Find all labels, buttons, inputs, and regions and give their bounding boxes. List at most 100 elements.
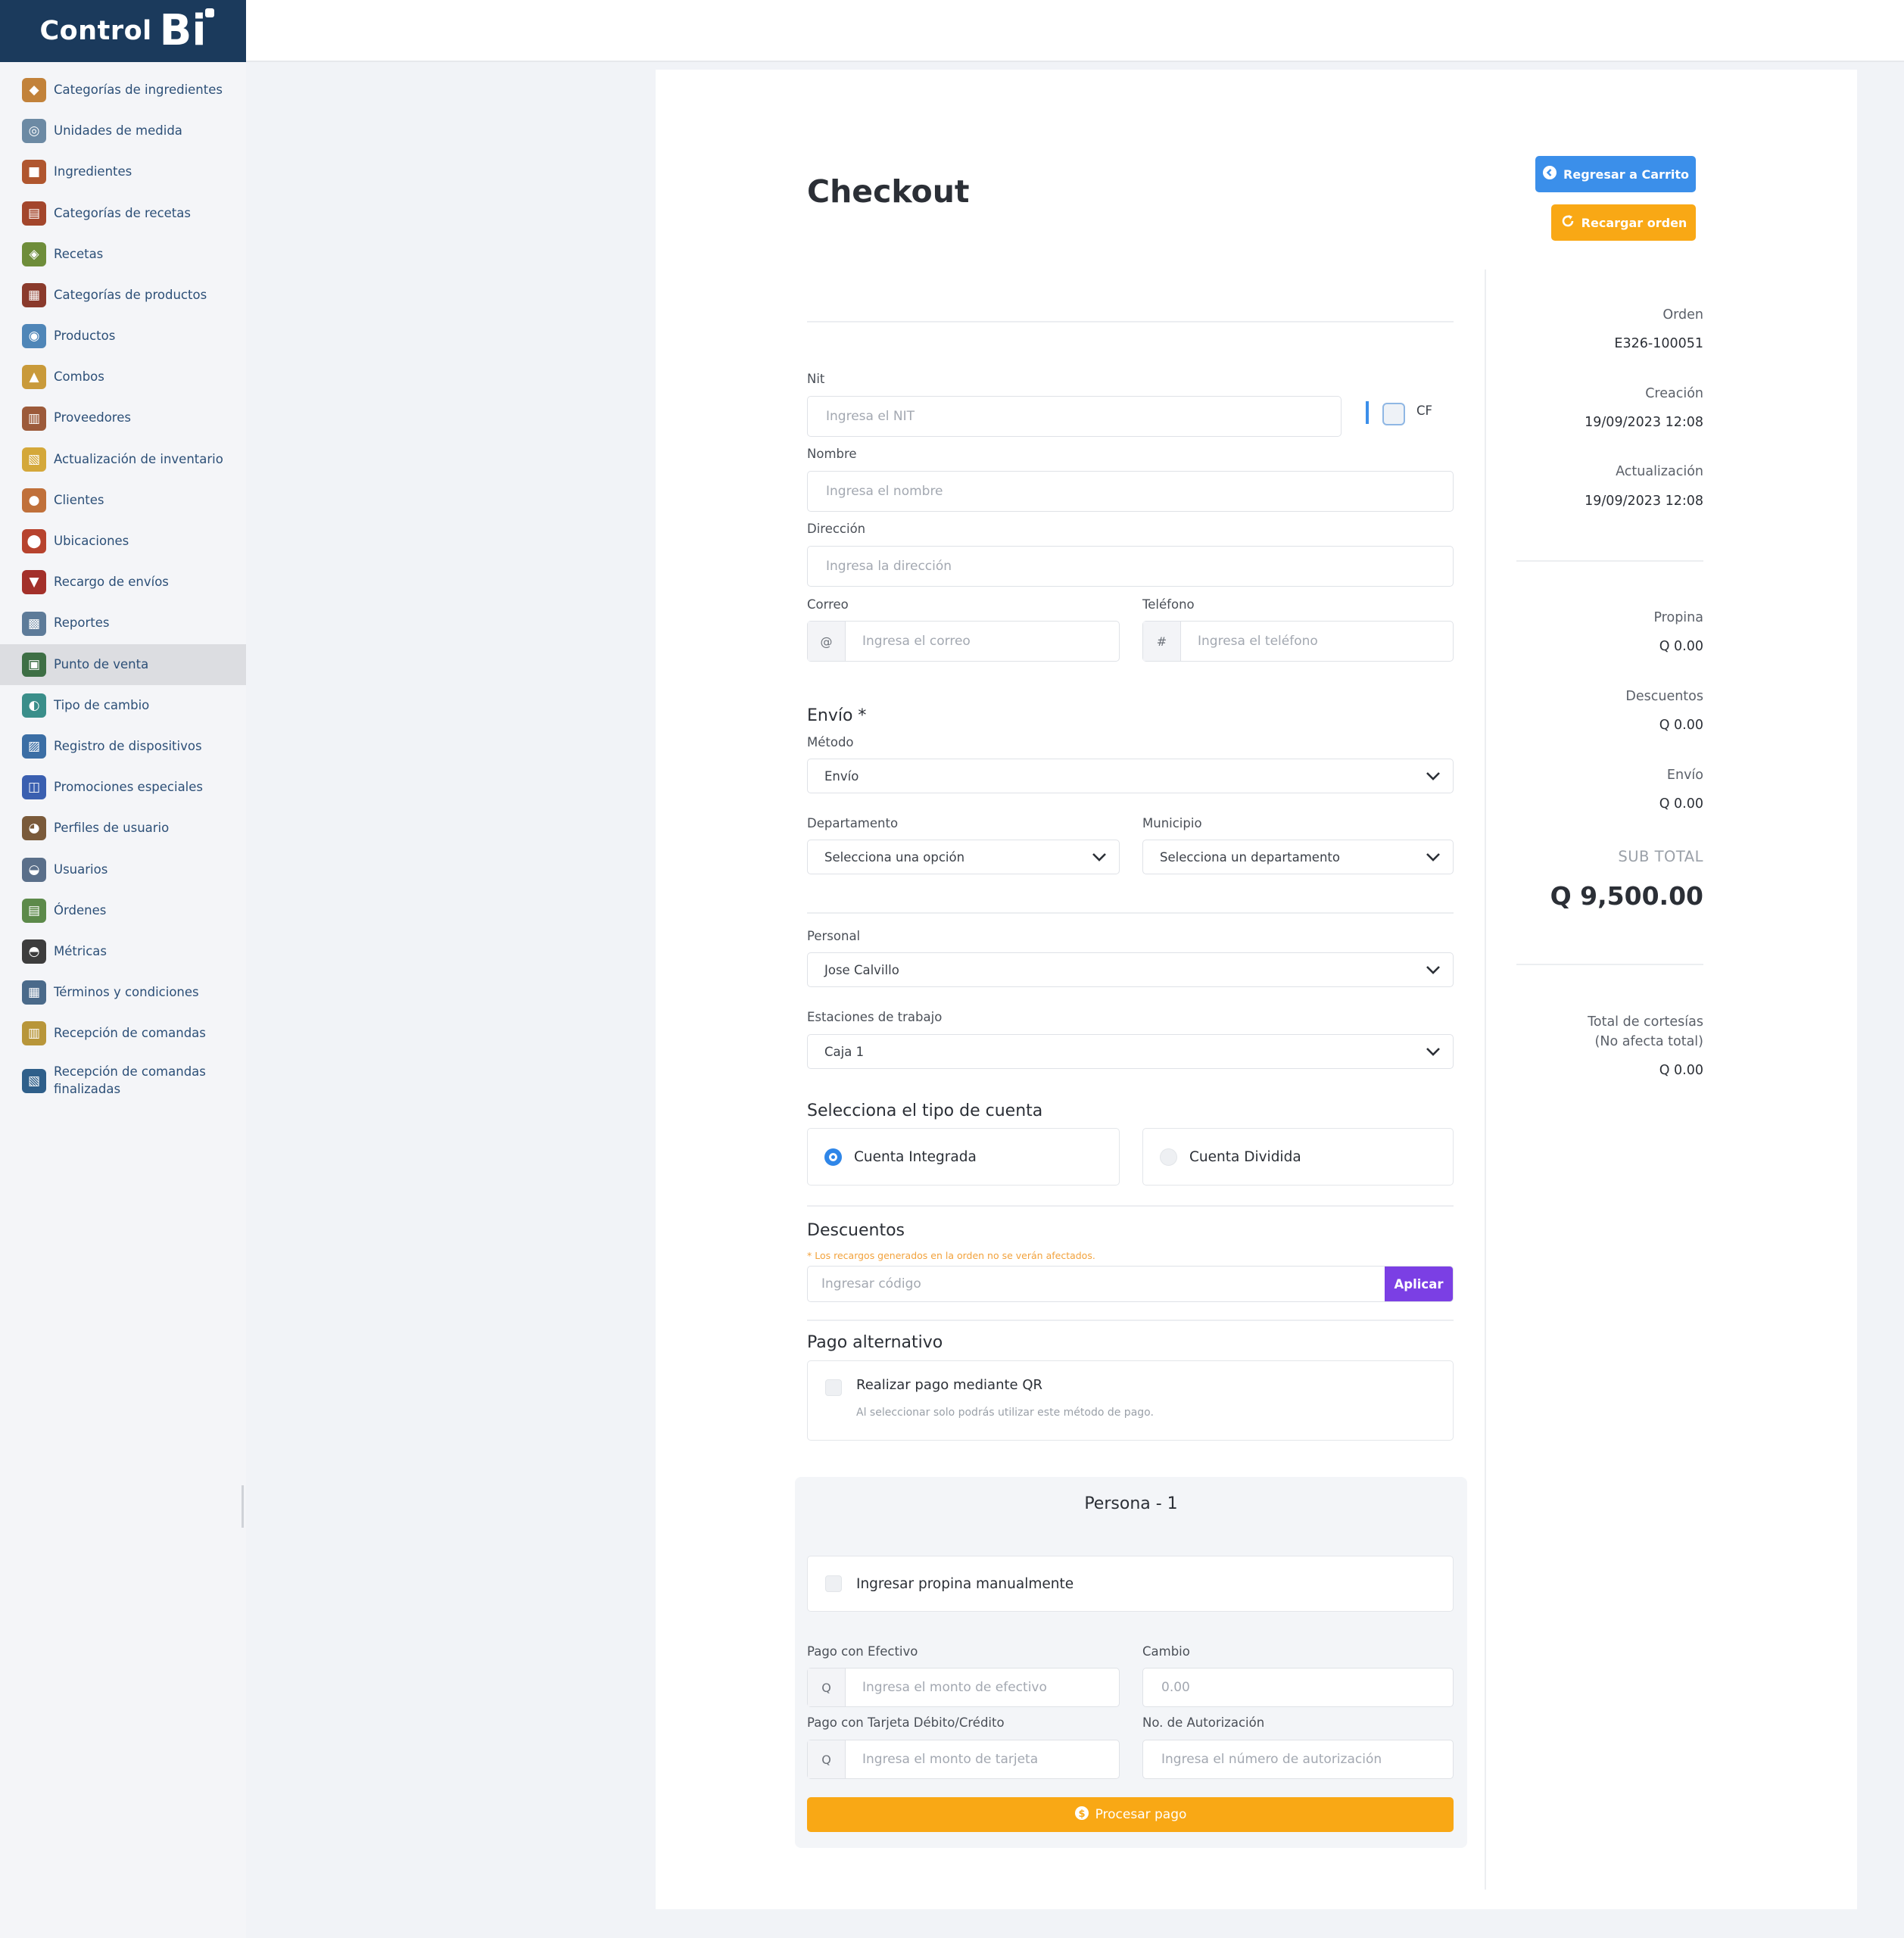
sidebar-item-label: Actualización de inventario — [54, 451, 223, 466]
quetzal-prefix: Q — [808, 1668, 846, 1706]
shipping-method-select[interactable]: Envío — [807, 759, 1454, 793]
change-input: 0.00 — [1142, 1668, 1454, 1707]
sidebar-item[interactable]: ◎ Unidades de medida — [0, 111, 246, 151]
discounts-note: * Los recargos generados en la orden no … — [807, 1250, 1095, 1261]
combos-icon: ▲ — [22, 365, 46, 390]
back-to-cart-button[interactable]: Regresar a Carrito — [1535, 156, 1696, 192]
recipes-icon: ◈ — [22, 241, 46, 266]
sidebar-item[interactable]: ⬤ Ubicaciones — [0, 521, 246, 562]
created-label: Creación — [1645, 386, 1703, 401]
refresh-icon — [1560, 213, 1575, 232]
chevron-down-icon — [1426, 850, 1441, 865]
manual-tip-checkbox[interactable] — [825, 1575, 842, 1592]
tip-value: Q 0.00 — [1659, 639, 1703, 654]
sidebar-item[interactable]: ◕ Perfiles de usuario — [0, 808, 246, 849]
sidebar-item[interactable]: ◓ Métricas — [0, 931, 246, 972]
qr-payment-card[interactable]: Realizar pago mediante QR Al seleccionar… — [807, 1360, 1454, 1441]
sidebar-item[interactable]: ◒ Usuarios — [0, 849, 246, 890]
card-payment-input[interactable]: Q Ingresa el monto de tarjeta — [807, 1740, 1120, 1779]
courtesy-label-2: (No afecta total) — [1594, 1034, 1703, 1049]
order-value: E326-100051 — [1614, 336, 1703, 351]
sidebar-item-label: Perfiles de usuario — [54, 821, 170, 836]
discounts-summary-label: Descuentos — [1625, 689, 1703, 704]
nit-label: Nit — [807, 372, 825, 386]
sidebar-item-label: Categorías de ingredientes — [54, 82, 223, 97]
discounts-summary-value: Q 0.00 — [1659, 718, 1703, 733]
terms-icon: ▦ — [22, 980, 46, 1005]
sidebar-item[interactable]: ▦ Términos y condiciones — [0, 972, 246, 1013]
cf-toggle-bar — [1366, 401, 1369, 424]
sidebar-item[interactable]: ● Clientes — [0, 480, 246, 521]
manual-tip-label: Ingresar propina manualmente — [856, 1575, 1074, 1592]
authorization-input[interactable]: Ingresa el número de autorización — [1142, 1740, 1454, 1779]
phone-input[interactable]: # Ingresa el teléfono — [1142, 621, 1454, 662]
account-split-option[interactable]: Cuenta Dividida — [1142, 1128, 1454, 1186]
name-label: Nombre — [807, 447, 857, 461]
sidebar-item[interactable]: ▨ Registro de dispositivos — [0, 726, 246, 767]
department-select[interactable]: Selecciona una opción — [807, 840, 1120, 874]
orders-icon: ▤ — [22, 898, 46, 923]
card-payment-label: Pago con Tarjeta Débito/Crédito — [807, 1715, 1005, 1730]
chevron-down-icon — [1426, 1045, 1441, 1059]
sidebar-item[interactable]: ▤ Órdenes — [0, 890, 246, 931]
updated-value: 19/09/2023 12:08 — [1585, 494, 1703, 509]
address-input[interactable]: Ingresa la dirección — [807, 546, 1454, 587]
inventory-update-icon: ▧ — [22, 447, 46, 472]
sidebar-item-label: Términos y condiciones — [54, 985, 199, 1000]
authorization-label: No. de Autorización — [1142, 1715, 1265, 1730]
shipping-summary-value: Q 0.00 — [1659, 796, 1703, 812]
courtesy-value: Q 0.00 — [1659, 1063, 1703, 1078]
qr-checkbox[interactable] — [825, 1379, 842, 1396]
workstation-select[interactable]: Caja 1 — [807, 1034, 1454, 1069]
phone-label: Teléfono — [1142, 597, 1195, 612]
brand-name-part2: Bi — [160, 8, 214, 52]
sidebar-item[interactable]: ▧ Recepción de comandas finalizadas — [0, 1055, 246, 1108]
staff-label: Personal — [807, 929, 861, 943]
sidebar-item[interactable]: ▼ Recargo de envíos — [0, 562, 246, 603]
sidebar-item[interactable]: ▲ Combos — [0, 357, 246, 397]
account-integrated-option[interactable]: Cuenta Integrada — [807, 1128, 1120, 1186]
chevron-down-icon — [1426, 963, 1441, 977]
sidebar-item[interactable]: ▩ Reportes — [0, 603, 246, 643]
cf-checkbox[interactable] — [1382, 403, 1405, 425]
sidebar-item[interactable]: ◐ Tipo de cambio — [0, 685, 246, 726]
quetzal-prefix: Q — [808, 1740, 846, 1778]
sidebar-scrollbar[interactable] — [242, 1485, 244, 1528]
manual-tip-option[interactable]: Ingresar propina manualmente — [807, 1556, 1454, 1612]
process-payment-button[interactable]: $ Procesar pago — [807, 1797, 1454, 1832]
arrow-left-circle-icon — [1542, 165, 1557, 184]
apply-discount-button[interactable]: Aplicar — [1385, 1267, 1453, 1301]
courtesy-label-1: Total de cortesías — [1588, 1014, 1703, 1030]
sidebar-item[interactable]: ■ Ingredientes — [0, 151, 246, 192]
discount-code-input[interactable]: Ingresar código — [808, 1267, 1385, 1301]
shipping-title: Envío * — [807, 706, 867, 725]
sidebar-nav: ◆ Categorías de ingredientes ◎ Unidades de … — [0, 70, 246, 1108]
reload-order-button[interactable]: Recargar orden — [1551, 204, 1696, 241]
sidebar-item[interactable]: ▣ Punto de venta — [0, 643, 246, 685]
email-input[interactable]: @ Ingresa el correo — [807, 621, 1120, 662]
sidebar-item[interactable]: ▥ Proveedores — [0, 398, 246, 439]
order-reception-icon: ▥ — [22, 1021, 46, 1046]
sidebar-item[interactable]: ◆ Categorías de ingredientes — [0, 70, 246, 111]
sidebar-item[interactable]: ◉ Productos — [0, 316, 246, 357]
sidebar-item[interactable]: ▦ Categorías de productos — [0, 275, 246, 316]
sidebar-item-label: Usuarios — [54, 862, 108, 877]
sidebar-item[interactable]: ▥ Recepción de comandas — [0, 1013, 246, 1054]
sidebar-item[interactable]: ◫ Promociones especiales — [0, 767, 246, 808]
sidebar-item-label: Combos — [54, 369, 104, 385]
municipality-select[interactable]: Selecciona un departamento — [1142, 840, 1454, 874]
nit-input[interactable]: Ingresa el NIT — [807, 396, 1342, 437]
name-input[interactable]: Ingresa el nombre — [807, 471, 1454, 512]
sidebar-item[interactable]: ◈ Recetas — [0, 234, 246, 275]
cash-payment-input[interactable]: Q Ingresa el monto de efectivo — [807, 1668, 1120, 1707]
sidebar-item[interactable]: ▧ Actualización de inventario — [0, 439, 246, 480]
sidebar-item-label: Ubicaciones — [54, 534, 129, 549]
locations-icon: ⬤ — [22, 529, 46, 554]
users-icon: ◒ — [22, 857, 46, 882]
sidebar-item[interactable]: ▤ Categorías de recetas — [0, 193, 246, 234]
brand-logo[interactable]: Control Bi — [0, 0, 246, 62]
promotions-icon: ◫ — [22, 775, 46, 800]
staff-select[interactable]: Jose Calvillo — [807, 952, 1454, 987]
shipping-summary-label: Envío — [1666, 768, 1703, 783]
alt-payment-title: Pago alternativo — [807, 1333, 943, 1352]
